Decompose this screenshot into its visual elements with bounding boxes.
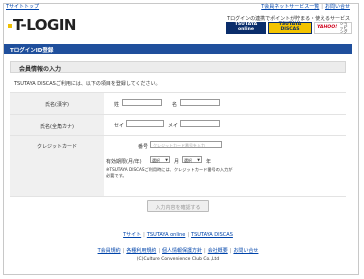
partner-line2: online <box>238 27 254 32</box>
expiry-month-value: 選択 <box>152 158 160 163</box>
t-member-services-link[interactable]: T会員ネットサービス一覧 <box>261 4 319 10</box>
contact-link-top[interactable]: お問い合せ <box>325 4 350 10</box>
intro-text: TSUTAYA DISCASご利用には、以下の項目を登録してください。 <box>14 81 161 87</box>
card-number-input[interactable]: クレジットカード番号を入力 <box>150 141 222 148</box>
partner-line2: DISCAS <box>280 27 300 32</box>
tsutaya-online-logo[interactable]: TSUTAYA online <box>226 22 266 34</box>
first-name-label: 名 <box>172 102 178 108</box>
partner-line2: ショッピング <box>339 21 348 34</box>
card-number-label: 番号 <box>138 144 149 150</box>
partner-line1: YAHOO! <box>317 24 338 30</box>
tsutaya-discas-logo[interactable]: TSUTAYA DISCAS <box>268 22 312 34</box>
contact-link-footer[interactable]: お問い合せ <box>233 248 258 254</box>
name-kanji-row: 氏名(漢字) 姓 名 <box>10 92 346 114</box>
page-title-bar: TログインID登録 <box>4 44 352 54</box>
first-name-kanji-input[interactable] <box>180 99 220 106</box>
first-name-kana-label: メイ <box>168 123 179 129</box>
expiry-month-select[interactable]: 選択 ▼ <box>150 156 170 163</box>
top-links: Tサイトトップ T会員ネットサービス一覧 | お問い合せ <box>4 3 352 10</box>
partner-logos: TSUTAYA online TSUTAYA DISCAS YAHOO! ショッピング <box>226 22 352 35</box>
copyright: (C)Culture Convenience Club Co.,Ltd <box>136 257 220 262</box>
separator: | <box>187 232 190 238</box>
credit-card-row: クレジットカード 番号 クレジットカード番号を入力 有効期限(月/年) 選択 ▼ … <box>10 135 346 197</box>
t-member-terms-link[interactable]: T会員規約 <box>98 248 121 254</box>
name-kana-label: 氏名(全角カナ) <box>10 115 104 135</box>
separator: | <box>321 4 323 10</box>
separator: | <box>158 248 161 254</box>
service-links: Tサイト | TSUTAYA online | TSUTAYA DISCAS <box>0 231 356 238</box>
confirm-button[interactable]: 入力内容を確認する <box>147 200 209 212</box>
expiry-year-value: 選択 <box>184 158 192 163</box>
credit-card-label: クレジットカード <box>10 136 104 196</box>
privacy-policy-link[interactable]: 個人情報保護方針 <box>162 248 202 254</box>
logo-text: T-LOGIN <box>13 16 76 34</box>
tsite-link[interactable]: Tサイト <box>123 232 141 238</box>
month-unit: 月 <box>174 159 180 165</box>
last-name-kana-label: セイ <box>114 123 125 129</box>
expiry-year-select[interactable]: 選択 ▼ <box>182 156 202 163</box>
terms-of-use-link[interactable]: 各種利用規約 <box>126 248 156 254</box>
section-heading: 会員情報の入力 <box>10 61 346 73</box>
tsutaya-online-link[interactable]: TSUTAYA online <box>147 232 186 238</box>
separator: | <box>122 248 125 254</box>
chevron-down-icon: ▼ <box>197 158 200 162</box>
last-name-kanji-input[interactable] <box>122 99 162 106</box>
separator: | <box>143 232 145 238</box>
separator: | <box>204 248 206 254</box>
last-name-kana-input[interactable] <box>126 120 164 127</box>
last-name-label: 姓 <box>114 102 120 108</box>
yahoo-shopping-logo[interactable]: YAHOO! ショッピング <box>314 22 352 34</box>
separator: | <box>229 248 232 254</box>
first-name-kana-input[interactable] <box>180 120 220 127</box>
name-kanji-label: 氏名(漢字) <box>10 93 104 114</box>
company-link[interactable]: 会社概要 <box>208 248 228 254</box>
name-kana-row: 氏名(全角カナ) セイ メイ <box>10 114 346 135</box>
tsutaya-discas-link[interactable]: TSUTAYA DISCAS <box>191 232 233 238</box>
expiry-label: 有効期限(月/年) <box>106 159 142 165</box>
card-note: ※TSUTAYA DISCASご利用時には、クレジットカード番号の入力が必要です… <box>106 167 233 178</box>
chevron-down-icon: ▼ <box>165 158 168 162</box>
logo-mark-icon <box>8 23 12 28</box>
tagline: Tログインの連携でポイントが貯まる・使えるサービス <box>227 16 350 22</box>
tsite-top-link[interactable]: Tサイトトップ <box>6 3 39 10</box>
footer-links: T会員規約 | 各種利用規約 | 個人情報保護方針 | 会社概要 | お問い合せ <box>0 247 356 254</box>
year-unit: 年 <box>206 159 212 165</box>
t-login-logo[interactable]: T-LOGIN <box>8 16 76 34</box>
